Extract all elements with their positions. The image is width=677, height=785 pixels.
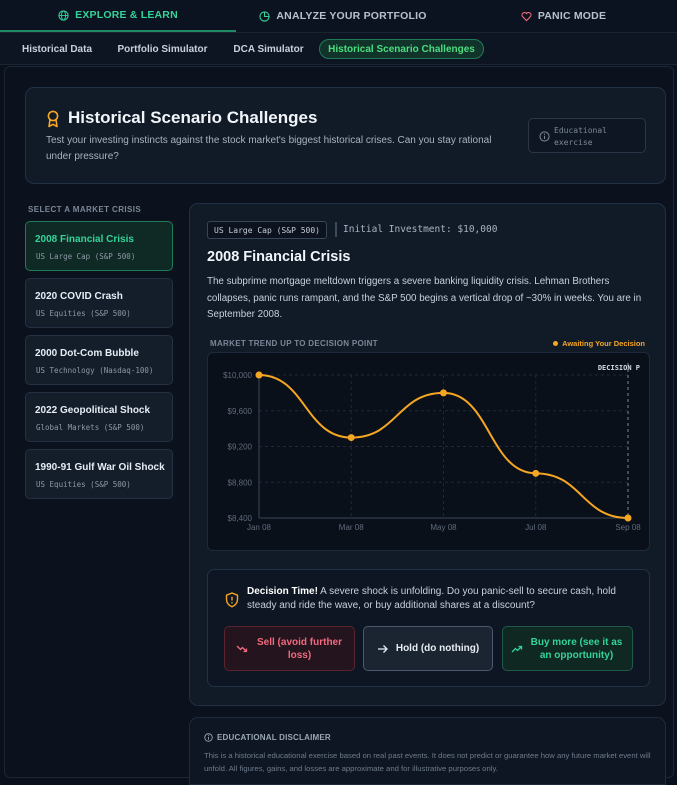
tab-label: ANALYZE YOUR PORTFOLIO [276,10,427,22]
scenario-panel: US Large Cap (S&P 500) Initial Investmen… [189,203,666,706]
market-trend-chart: $10,000 $9,600 $9,200 $8,800 $8,400 Jan 08 Mar… [207,352,650,551]
y-tick-label: $9,200 [228,443,253,452]
decision-point-label: DECISION P [598,364,640,372]
subtab-historical-scenario-challenges[interactable]: Historical Scenario Challenges [319,39,484,59]
scenario-title: 2008 Financial Crisis [207,249,351,265]
subtab-portfolio-simulator[interactable]: Portfolio Simulator [108,39,217,59]
divider [335,222,337,237]
sell-button[interactable]: Sell (avoid further loss) [224,626,355,671]
x-tick-label: Jan 08 [247,523,272,532]
data-point [532,469,540,477]
disclaimer-title: EDUCATIONAL DISCLAIMER [217,733,331,742]
top-navigation: EXPLORE & LEARN ANALYZE YOUR PORTFOLIO P… [0,0,677,33]
tab-panic-mode[interactable]: PANIC MODE [450,0,677,32]
trend-label: MARKET TREND UP TO DECISION POINT [210,339,378,348]
disclaimer-heading: EDUCATIONAL DISCLAIMER [204,733,331,742]
crisis-name: 2022 Geopolitical Shock [35,405,151,416]
tab-label: PANIC MODE [537,10,607,22]
crisis-item-2020[interactable]: 2020 COVID Crash US Equities (S&P 500) [25,278,173,328]
buy-more-button[interactable]: Buy more (see it as an opportunity) [502,626,633,671]
status-badge: Awaiting Your Decision [553,339,645,348]
crisis-name: 1990-91 Gulf War Oil Shock [35,462,165,473]
data-point [440,389,447,397]
tab-analyze-portfolio[interactable]: ANALYZE YOUR PORTFOLIO [236,0,450,32]
badge-line-1: Educational [554,126,607,135]
sub-navigation: Historical Data Portfolio Simulator DCA … [0,33,677,65]
crisis-market: US Equities (S&P 500) [36,480,131,489]
crisis-item-2008[interactable]: 2008 Financial Crisis US Large Cap (S&P … [25,221,173,271]
crisis-name: 2020 COVID Crash [35,291,123,302]
disclaimer-body: This is a historical educational exercis… [204,751,651,773]
crisis-name: 2000 Dot-Com Bubble [35,348,139,359]
x-tick-label: Sep 08 [615,523,641,532]
info-icon [204,733,213,742]
hold-button[interactable]: Hold (do nothing) [363,626,493,671]
disclaimer-card: EDUCATIONAL DISCLAIMER This is a histori… [189,717,666,785]
decision-lead: Decision Time! [247,586,318,597]
buy-label: Buy more (see it as an opportunity) [530,636,623,661]
subtab-dca-simulator[interactable]: DCA Simulator [223,39,314,59]
y-tick-label: $8,400 [228,514,253,523]
crisis-market: US Technology (Nasdaq-100) [36,366,154,375]
shield-alert-icon [225,592,239,608]
x-tick-label: May 08 [430,523,457,532]
y-tick-label: $8,800 [228,478,253,487]
initial-investment: Initial Investment: $10,000 [343,224,498,235]
market-tag: US Large Cap (S&P 500) [207,221,327,239]
trending-up-icon [511,645,522,652]
y-tick-label: $9,600 [228,407,253,416]
chart-svg: $10,000 $9,600 $9,200 $8,800 $8,400Jan 08 Mar… [223,363,641,532]
sell-label: Sell (avoid further loss) [256,636,342,661]
tab-label: EXPLORE & LEARN [75,9,178,21]
x-tick-label: Mar 08 [339,523,364,532]
badge-line-2: exercise [554,138,593,147]
data-point [347,434,355,442]
crisis-selector-label: SELECT A MARKET CRISIS [28,205,142,214]
globe-icon [58,9,69,21]
x-tick-label: Jul 08 [525,523,547,532]
subtab-historical-data[interactable]: Historical Data [12,39,102,59]
decision-prompt: Decision Time! A severe shock is unfoldi… [247,585,642,612]
educational-badge: Educational exercise [528,118,646,153]
status-dot [553,341,559,346]
hold-label: Hold (do nothing) [395,643,480,654]
decision-card: Decision Time! A severe shock is unfoldi… [207,569,650,687]
hero-card: Historical Scenario Challenges Test your… [25,87,666,184]
arrow-right-icon [377,644,388,653]
y-tick-label: $10,000 [223,371,252,380]
data-point [255,371,263,379]
crisis-item-1990[interactable]: 1990-91 Gulf War Oil Shock US Equities (… [25,449,173,499]
crisis-market: US Equities (S&P 500) [36,309,131,318]
data-point [624,514,632,522]
award-icon [47,110,59,128]
status-text: Awaiting Your Decision [562,339,645,348]
trending-down-icon [236,645,247,652]
tab-explore-learn[interactable]: EXPLORE & LEARN [0,0,236,32]
crisis-market: US Large Cap (S&P 500) [36,252,136,261]
scenario-description: The subprime mortgage meltdown triggers … [207,276,642,320]
page-title: Historical Scenario Challenges [68,108,318,127]
crisis-item-2022[interactable]: 2022 Geopolitical Shock Global Markets (… [25,392,173,442]
crisis-name: 2008 Financial Crisis [35,234,134,245]
info-icon [539,131,550,142]
heart-icon [521,11,532,21]
page-description: Test your investing instincts against th… [46,135,492,162]
crisis-item-2000[interactable]: 2000 Dot-Com Bubble US Technology (Nasda… [25,335,173,385]
pie-chart-icon [259,10,271,22]
crisis-market: Global Markets (S&P 500) [36,423,145,432]
